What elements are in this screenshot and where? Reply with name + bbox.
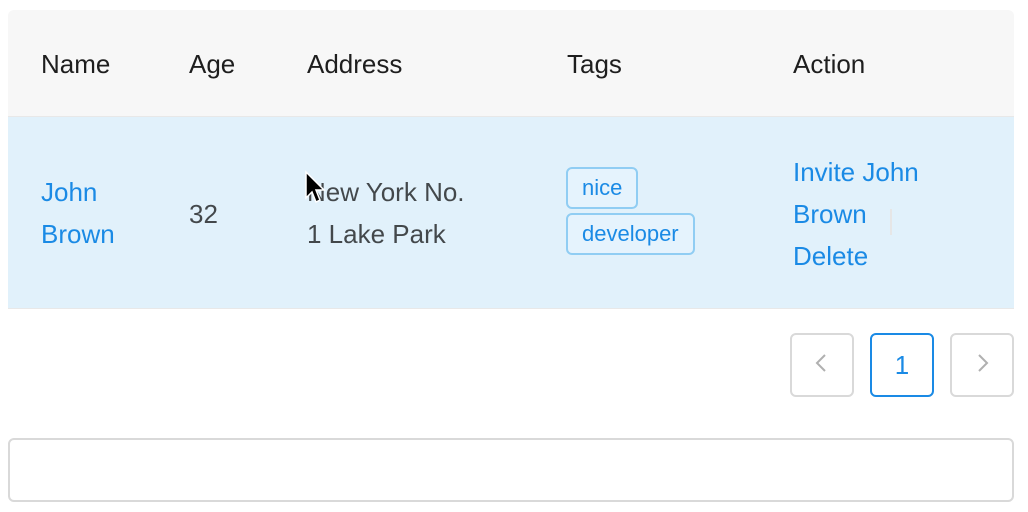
column-header-action[interactable]: Action: [793, 48, 865, 80]
invite-link[interactable]: Invite John Brown: [793, 151, 919, 235]
table-header: Name Age Address Tags Action: [8, 10, 1014, 117]
name-link[interactable]: John Brown: [41, 171, 115, 255]
tag-developer: developer: [566, 213, 695, 255]
column-header-age[interactable]: Age: [189, 48, 235, 80]
next-page-button[interactable]: [950, 333, 1014, 397]
column-header-name[interactable]: Name: [41, 48, 110, 80]
column-header-tags[interactable]: Tags: [567, 48, 622, 80]
address-cell: New York No. 1 Lake Park: [307, 177, 465, 249]
empty-input-box[interactable]: [8, 438, 1014, 502]
chevron-left-icon: [811, 350, 833, 381]
table-row[interactable]: John Brown 32 New York No. 1 Lake Park n…: [8, 117, 1014, 309]
tag-nice: nice: [566, 167, 639, 209]
action-divider: [890, 209, 892, 235]
prev-page-button[interactable]: [790, 333, 854, 397]
chevron-right-icon: [971, 350, 993, 381]
data-table: Name Age Address Tags Action John Brown …: [8, 10, 1014, 309]
delete-link[interactable]: Delete: [793, 235, 868, 277]
age-cell: 32: [189, 199, 218, 229]
page-1-button[interactable]: 1: [870, 333, 934, 397]
column-header-address[interactable]: Address: [307, 48, 402, 80]
